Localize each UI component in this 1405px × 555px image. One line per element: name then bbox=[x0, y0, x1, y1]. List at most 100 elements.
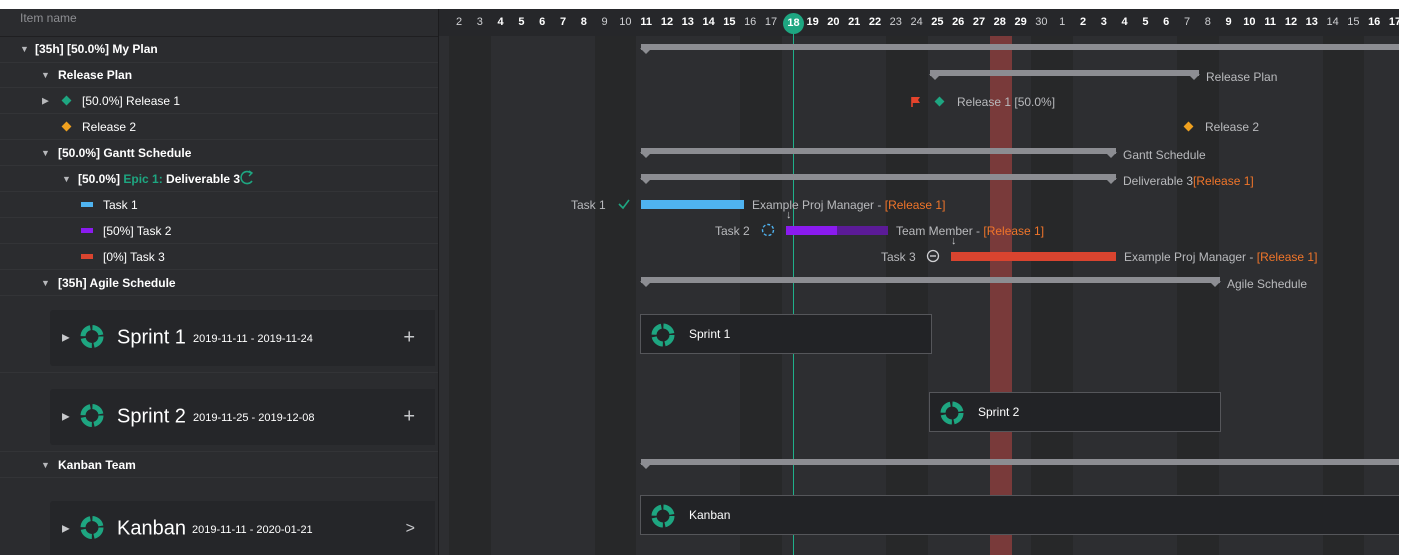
row-label: [0%] Task 3 bbox=[103, 249, 165, 264]
row-my-plan[interactable]: ▼ [35h] [50.0%] My Plan bbox=[0, 36, 438, 63]
sprint-card[interactable]: ▶ Sprint 1 2019-11-11 - 2019-11-24 + bbox=[50, 310, 435, 366]
day-tick: 13 bbox=[681, 16, 694, 28]
deliverable-3-bar[interactable] bbox=[640, 174, 1117, 184]
release-tag: [Release 1] bbox=[983, 224, 1045, 238]
collapse-toggle-icon[interactable]: ▼ bbox=[41, 148, 50, 158]
day-tick: 11 bbox=[640, 16, 652, 28]
check-icon bbox=[617, 197, 631, 216]
row-label: [35h] [50.0%] My Plan bbox=[35, 42, 158, 56]
day-tick: 23 bbox=[889, 16, 902, 28]
kanban-box[interactable]: Kanban bbox=[640, 495, 1399, 535]
expand-toggle-icon[interactable]: ▶ bbox=[42, 95, 49, 106]
collapse-toggle-icon[interactable]: ▼ bbox=[41, 460, 50, 470]
row-gantt-schedule[interactable]: ▼ [50.0%] Gantt Schedule bbox=[0, 140, 438, 166]
day-tick: 5 bbox=[518, 16, 525, 28]
day-tick: 2 bbox=[1079, 16, 1087, 28]
sprint-card[interactable]: ▶ Sprint 2 2019-11-25 - 2019-12-08 + bbox=[50, 389, 435, 445]
kanban-card[interactable]: ▶ Kanban 2019-11-11 - 2020-01-21 > bbox=[50, 501, 435, 555]
expand-toggle-icon[interactable]: ▶ bbox=[62, 412, 70, 423]
weekend-column bbox=[1052, 36, 1074, 555]
row-label: [50.0%] Gantt Schedule bbox=[58, 145, 192, 160]
today-line bbox=[793, 29, 794, 555]
day-tick: 4 bbox=[497, 16, 504, 28]
release-plan-bar[interactable] bbox=[929, 70, 1200, 80]
epic-prefix: Epic 1: bbox=[123, 171, 167, 186]
deliverable-3-name: Deliverable 3 bbox=[1123, 174, 1194, 188]
item-grid: Item name ▼ [35h] [50.0%] My Plan ▼ Rele… bbox=[0, 9, 439, 555]
day-tick: 8 bbox=[1204, 16, 1211, 28]
release-tag: [Release 1] bbox=[884, 198, 946, 212]
milestone-diamond-icon bbox=[61, 95, 72, 106]
percent-prefix: [50.0%] bbox=[78, 171, 124, 186]
collapse-toggle-icon[interactable]: ▼ bbox=[41, 278, 50, 288]
gantt-schedule-label: Gantt Schedule bbox=[1123, 148, 1206, 162]
sprint-2-box[interactable]: Sprint 2 bbox=[929, 392, 1221, 432]
expand-toggle-icon[interactable]: ▶ bbox=[62, 524, 70, 535]
task-2-bar[interactable] bbox=[786, 226, 888, 235]
my-plan-summary-bar[interactable] bbox=[640, 44, 1399, 54]
collapse-toggle-icon[interactable]: ▼ bbox=[20, 44, 29, 54]
row-release-1[interactable]: ▶ [50.0%] Release 1 bbox=[0, 88, 438, 114]
release-plan-label: Release Plan bbox=[1206, 70, 1278, 84]
owner-text: Team Member - bbox=[896, 224, 984, 238]
item-name-header: Item name bbox=[20, 11, 77, 25]
row-task-1[interactable]: Task 1 bbox=[0, 192, 438, 218]
weekend-column bbox=[1343, 36, 1365, 555]
sprint-ring-icon bbox=[80, 325, 104, 352]
day-tick: 16 bbox=[744, 16, 757, 28]
row-label: Release 2 bbox=[82, 119, 137, 134]
row-task-2[interactable]: [50%] Task 2 bbox=[0, 218, 438, 244]
add-icon[interactable]: + bbox=[403, 406, 415, 429]
weekend-column bbox=[761, 36, 782, 555]
day-tick: 9 bbox=[601, 16, 608, 28]
row-release-plan[interactable]: ▼ Release Plan bbox=[0, 63, 438, 88]
row-task-3[interactable]: [0%] Task 3 bbox=[0, 244, 438, 270]
day-tick: 6 bbox=[1163, 16, 1170, 28]
row-release-2[interactable]: Release 2 bbox=[0, 114, 438, 140]
day-tick: 26 bbox=[952, 16, 965, 28]
kanban-team-bar[interactable] bbox=[640, 459, 1399, 469]
sprint-1-box[interactable]: Sprint 1 bbox=[640, 314, 932, 354]
gantt-app: Item name ▼ [35h] [50.0%] My Plan ▼ Rele… bbox=[0, 9, 1399, 555]
row-epic-deliverable-3[interactable]: ▼ [50.0%] Epic 1: Deliverable 3 bbox=[0, 166, 438, 192]
highlighted-day-band bbox=[990, 36, 1012, 555]
dependency-arrow-icon: ↓ bbox=[786, 209, 792, 221]
day-tick: 13 bbox=[1305, 16, 1318, 28]
collapse-toggle-icon[interactable]: ▼ bbox=[41, 70, 50, 80]
owner-text: Example Proj Manager - bbox=[752, 198, 885, 212]
day-tick: 9 bbox=[1225, 16, 1232, 28]
row-agile-schedule[interactable]: ▼ [35h] Agile Schedule bbox=[0, 270, 438, 296]
expand-toggle-icon[interactable]: ▶ bbox=[62, 333, 70, 344]
day-tick: 7 bbox=[1183, 16, 1191, 28]
weekend-column bbox=[1031, 36, 1053, 555]
day-tick: 4 bbox=[1121, 16, 1128, 28]
day-tick: 12 bbox=[1284, 16, 1298, 28]
day-tick: 7 bbox=[559, 16, 567, 28]
chevron-right-icon[interactable]: > bbox=[406, 520, 415, 538]
sprint-name: Sprint 2 bbox=[117, 405, 186, 428]
collapse-toggle-icon[interactable]: ▼ bbox=[62, 174, 71, 184]
sprint-ring-icon bbox=[651, 323, 675, 352]
task-2-left-label: Task 2 bbox=[715, 224, 750, 238]
add-icon[interactable]: + bbox=[403, 327, 415, 350]
row-kanban-team[interactable]: ▼ Kanban Team bbox=[0, 452, 438, 478]
day-tick: 8 bbox=[580, 16, 587, 28]
deliverable-3-label: Deliverable 3[Release 1] bbox=[1123, 174, 1254, 188]
kanban-dates: 2019-11-11 - 2020-01-21 bbox=[192, 524, 313, 537]
gantt-schedule-bar[interactable] bbox=[640, 148, 1117, 158]
release-tag: [Release 1] bbox=[1193, 174, 1254, 188]
day-tick: 22 bbox=[868, 16, 882, 28]
agile-schedule-bar[interactable] bbox=[640, 277, 1221, 287]
sprint-name: Sprint 1 bbox=[117, 326, 186, 349]
task-2-owner-label: Team Member - [Release 1] bbox=[896, 224, 1044, 238]
day-tick: 14 bbox=[1326, 16, 1339, 28]
task-3-bar[interactable] bbox=[951, 252, 1116, 261]
release-1-milestone-icon[interactable] bbox=[934, 96, 945, 107]
dependency-arrow-icon: ↓ bbox=[951, 235, 957, 247]
today-badge[interactable]: 18 bbox=[783, 13, 804, 34]
task-1-bar[interactable] bbox=[641, 200, 744, 209]
weekend-column bbox=[594, 36, 616, 555]
sprint-dates: 2019-11-11 - 2019-11-24 bbox=[193, 333, 313, 346]
day-tick: 17 bbox=[764, 16, 778, 28]
weekend-column bbox=[469, 36, 491, 555]
